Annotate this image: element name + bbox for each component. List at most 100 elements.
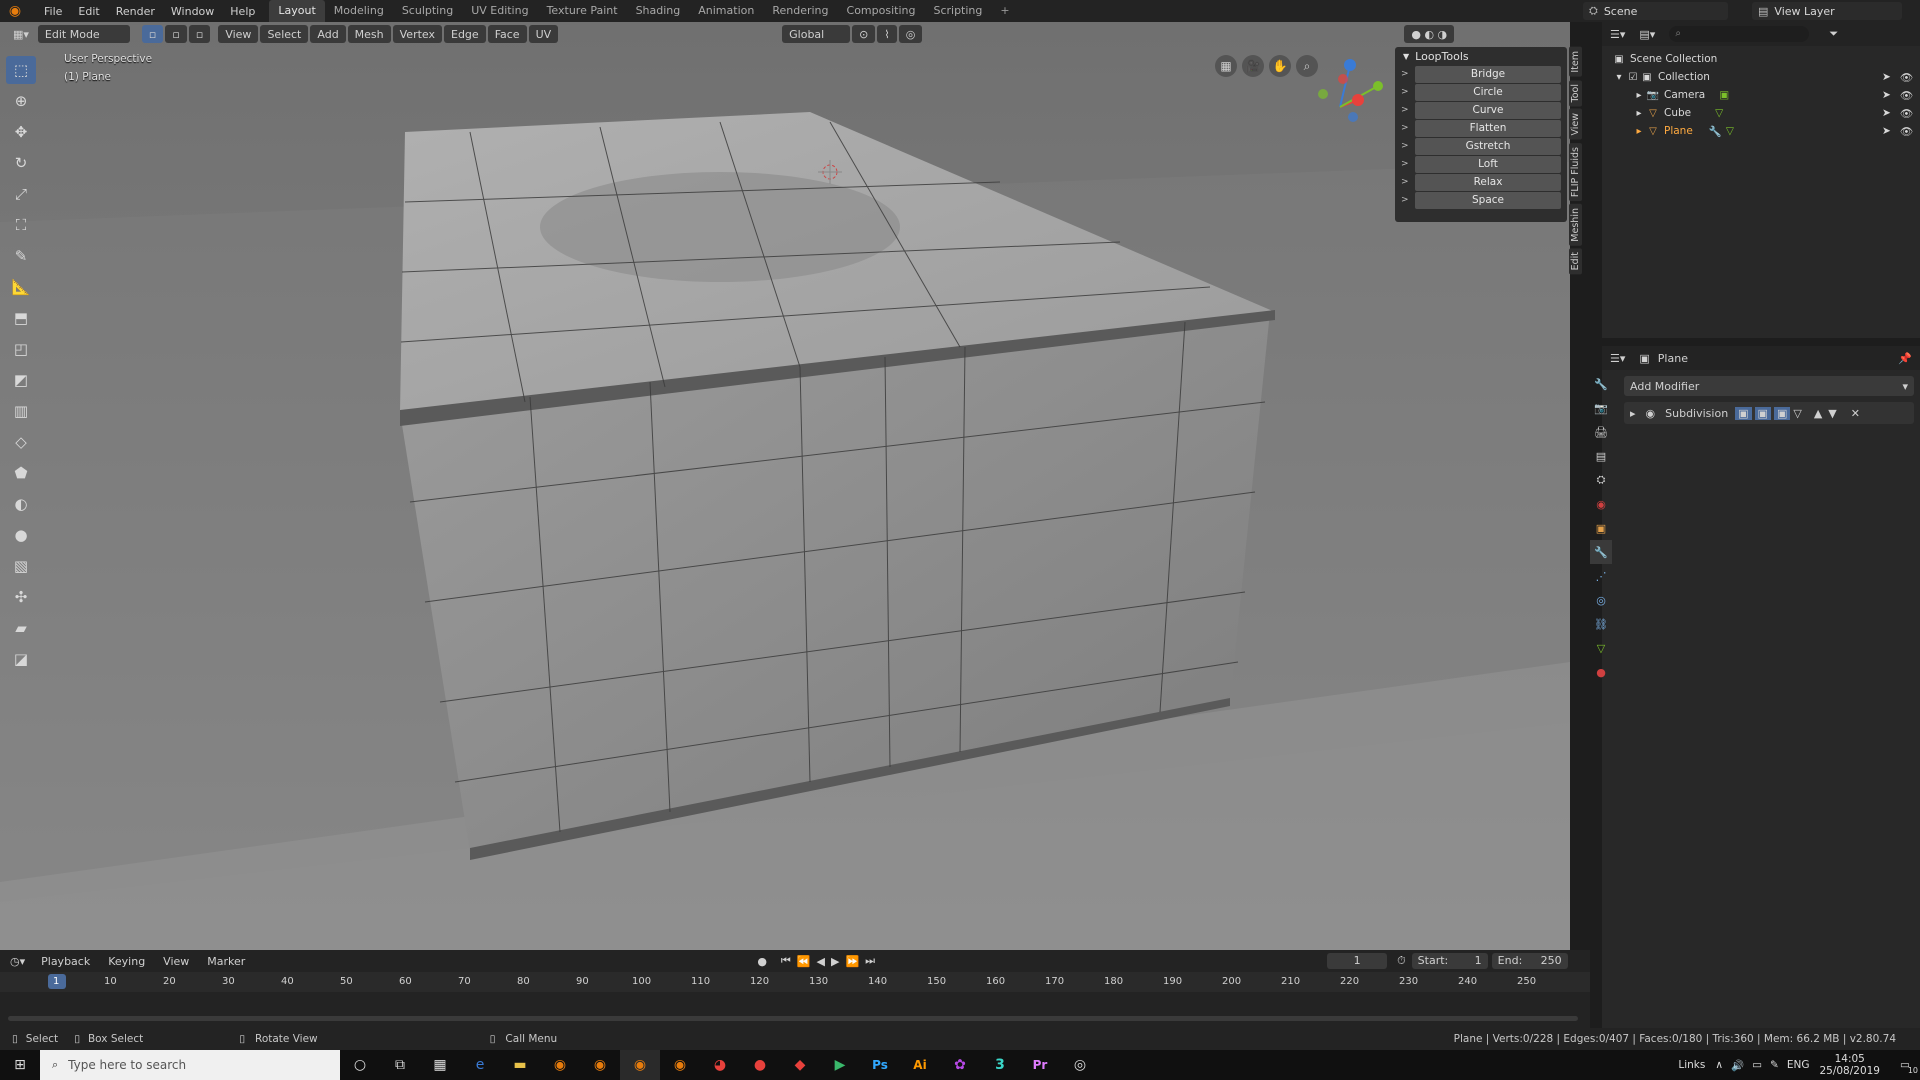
expand-arrow-icon[interactable]: ▸ — [1632, 90, 1646, 101]
start-frame-field[interactable]: Start: 1 — [1411, 953, 1488, 969]
sidebar-tab-edit[interactable]: Edit — [1569, 248, 1582, 275]
checkbox-icon[interactable]: ☑ — [1626, 72, 1640, 83]
volume-icon[interactable]: 🔊 — [1731, 1059, 1744, 1072]
outliner-item-plane[interactable]: ▸ ▽ Plane 🔧 ▽ ➤ 👁 — [1602, 122, 1920, 140]
looptools-flatten[interactable]: > Flatten — [1401, 119, 1561, 137]
tab-shading[interactable]: Shading — [627, 0, 690, 22]
visibility-eye-icon[interactable]: 👁 — [1900, 71, 1913, 84]
scale-tool-icon[interactable]: ⤢ — [6, 180, 36, 208]
next-keyframe-icon[interactable]: ⏩ — [845, 955, 859, 968]
sidebar-tab-item[interactable]: Item — [1569, 47, 1582, 77]
particle-properties-icon[interactable]: ⋰ — [1590, 564, 1612, 588]
spin-tool-icon[interactable]: ◐ — [6, 490, 36, 518]
menu-timeline-view[interactable]: View — [163, 955, 189, 968]
shrink-fatten-tool-icon[interactable]: ✣ — [6, 583, 36, 611]
properties-editor-icon[interactable]: ☰▾ — [1610, 352, 1625, 365]
rip-tool-icon[interactable]: ◪ — [6, 645, 36, 673]
snap-button[interactable]: ⌇ — [877, 25, 897, 43]
select-arrow-icon[interactable]: ➤ — [1882, 125, 1891, 137]
sidebar-tab-tool[interactable]: Tool — [1569, 79, 1582, 107]
poly-build-tool-icon[interactable]: ⬟ — [6, 459, 36, 487]
transform-tool-icon[interactable]: ⛶ — [6, 211, 36, 239]
current-frame-field[interactable]: 1 — [1327, 953, 1388, 969]
expand-arrow-icon[interactable]: ▸ — [1630, 407, 1636, 420]
jump-start-icon[interactable]: ⏮ — [781, 954, 791, 968]
select-arrow-icon[interactable]: ➤ — [1882, 89, 1891, 101]
editor-type-button[interactable]: ▦▾ — [6, 25, 36, 43]
menu-face[interactable]: Face — [487, 25, 527, 43]
mode-selector[interactable]: Edit Mode — [37, 25, 130, 43]
show-in-viewport-icon[interactable]: ▣ — [1754, 406, 1771, 420]
premiere-icon[interactable]: Pr — [1020, 1050, 1060, 1080]
outliner-scene-collection[interactable]: ▣ Scene Collection — [1602, 50, 1920, 68]
shear-tool-icon[interactable]: ▰ — [6, 614, 36, 642]
menu-select[interactable]: Select — [260, 25, 309, 43]
timeline-ruler[interactable]: 1 10 20 30 40 50 60 70 80 90 100 110 120… — [0, 972, 1590, 992]
looptools-gstretch[interactable]: > Gstretch — [1401, 137, 1561, 155]
tab-layout[interactable]: Layout — [269, 0, 325, 22]
face-select-button[interactable]: ▫ — [188, 25, 211, 43]
tab-texture-paint[interactable]: Texture Paint — [538, 0, 627, 22]
pin-icon[interactable]: 📌 — [1898, 352, 1912, 365]
play-icon[interactable]: ▶ — [831, 955, 839, 968]
looptools-loft[interactable]: > Loft — [1401, 155, 1561, 173]
viewport-shading-group[interactable]: ● ◐ ◑ — [1404, 25, 1455, 43]
pan-view-icon[interactable]: ✋ — [1269, 55, 1291, 77]
data-properties-icon[interactable]: ▽ — [1590, 636, 1612, 660]
task-view-icon[interactable]: ⧉ — [380, 1050, 420, 1080]
menu-mesh[interactable]: Mesh — [347, 25, 391, 43]
edge-browser-icon[interactable]: e — [460, 1050, 500, 1080]
media-player-icon[interactable]: ▶ — [820, 1050, 860, 1080]
menu-marker[interactable]: Marker — [207, 955, 245, 968]
menu-keying[interactable]: Keying — [108, 955, 145, 968]
play-reverse-icon[interactable]: ◀ — [817, 955, 825, 968]
proportional-edit-button[interactable]: ◎ — [898, 25, 923, 43]
select-arrow-icon[interactable]: ➤ — [1882, 107, 1891, 119]
illustrator-icon[interactable]: Ai — [900, 1050, 940, 1080]
blender-app-icon[interactable]: ◉ — [580, 1050, 620, 1080]
render-properties-icon[interactable]: 📷 — [1590, 396, 1612, 420]
bevel-tool-icon[interactable]: ◩ — [6, 366, 36, 394]
tab-modeling[interactable]: Modeling — [325, 0, 393, 22]
move-down-icon[interactable]: ▼ — [1828, 407, 1836, 420]
view-layer-selector[interactable]: ▤ View Layer — [1752, 2, 1902, 20]
smooth-tool-icon[interactable]: ● — [6, 521, 36, 549]
visibility-eye-icon[interactable]: 👁 — [1900, 89, 1913, 102]
record-button-icon[interactable]: ● — [757, 955, 767, 968]
jump-end-icon[interactable]: ⏭ — [865, 954, 875, 968]
select-box-tool-icon[interactable]: ⬚ — [6, 56, 36, 84]
outliner-item-cube[interactable]: ▸ ▽ Cube ▽ ➤ 👁 — [1602, 104, 1920, 122]
select-arrow-icon[interactable]: ➤ — [1882, 71, 1891, 83]
end-frame-field[interactable]: End: 250 — [1491, 953, 1568, 969]
outliner-search-input[interactable]: ⌕ — [1669, 26, 1810, 42]
looptools-bridge[interactable]: > Bridge — [1401, 65, 1561, 83]
extrude-tool-icon[interactable]: ⬒ — [6, 304, 36, 332]
view-layer-properties-icon[interactable]: ▤ — [1590, 444, 1612, 468]
blender-logo-icon[interactable]: ◉ — [0, 3, 30, 19]
visibility-eye-icon[interactable]: 👁 — [1900, 125, 1913, 138]
orientation-selector[interactable]: Global — [782, 25, 851, 43]
zoom-view-icon[interactable]: ⌕ — [1296, 55, 1318, 77]
edge-slide-tool-icon[interactable]: ▧ — [6, 552, 36, 580]
timeline-editor-icon[interactable]: ◷▾ — [10, 955, 25, 968]
modifier-name-field[interactable]: Subdivision — [1665, 407, 1729, 420]
pivot-button[interactable]: ⊙ — [852, 25, 876, 43]
tool-settings-icon[interactable]: 🔧 — [1590, 372, 1612, 396]
blender-app-icon[interactable]: ◉ — [660, 1050, 700, 1080]
on-cage-icon[interactable]: ▽ — [1793, 407, 1801, 420]
steam-icon[interactable]: ◎ — [1060, 1050, 1100, 1080]
filter-icon[interactable]: ⏷ — [1829, 27, 1838, 41]
tray-expand-icon[interactable]: ∧ — [1715, 1059, 1723, 1071]
close-icon[interactable]: ✕ — [1851, 407, 1860, 420]
world-properties-icon[interactable]: ◉ — [1590, 492, 1612, 516]
notification-center-icon[interactable]: ▭ 10 — [1890, 1059, 1920, 1075]
sidebar-tab-meshin[interactable]: Meshin — [1569, 203, 1582, 246]
object-properties-icon[interactable]: ▣ — [1590, 516, 1612, 540]
inset-tool-icon[interactable]: ◰ — [6, 335, 36, 363]
chrome-icon[interactable]: ◕ — [700, 1050, 740, 1080]
pen-icon[interactable]: ✎ — [1770, 1059, 1779, 1071]
app-3-icon[interactable]: 3 — [980, 1050, 1020, 1080]
annotate-tool-icon[interactable]: ✎ — [6, 242, 36, 270]
tab-uv-editing[interactable]: UV Editing — [462, 0, 537, 22]
vertex-select-button[interactable]: ▫ — [141, 25, 164, 43]
